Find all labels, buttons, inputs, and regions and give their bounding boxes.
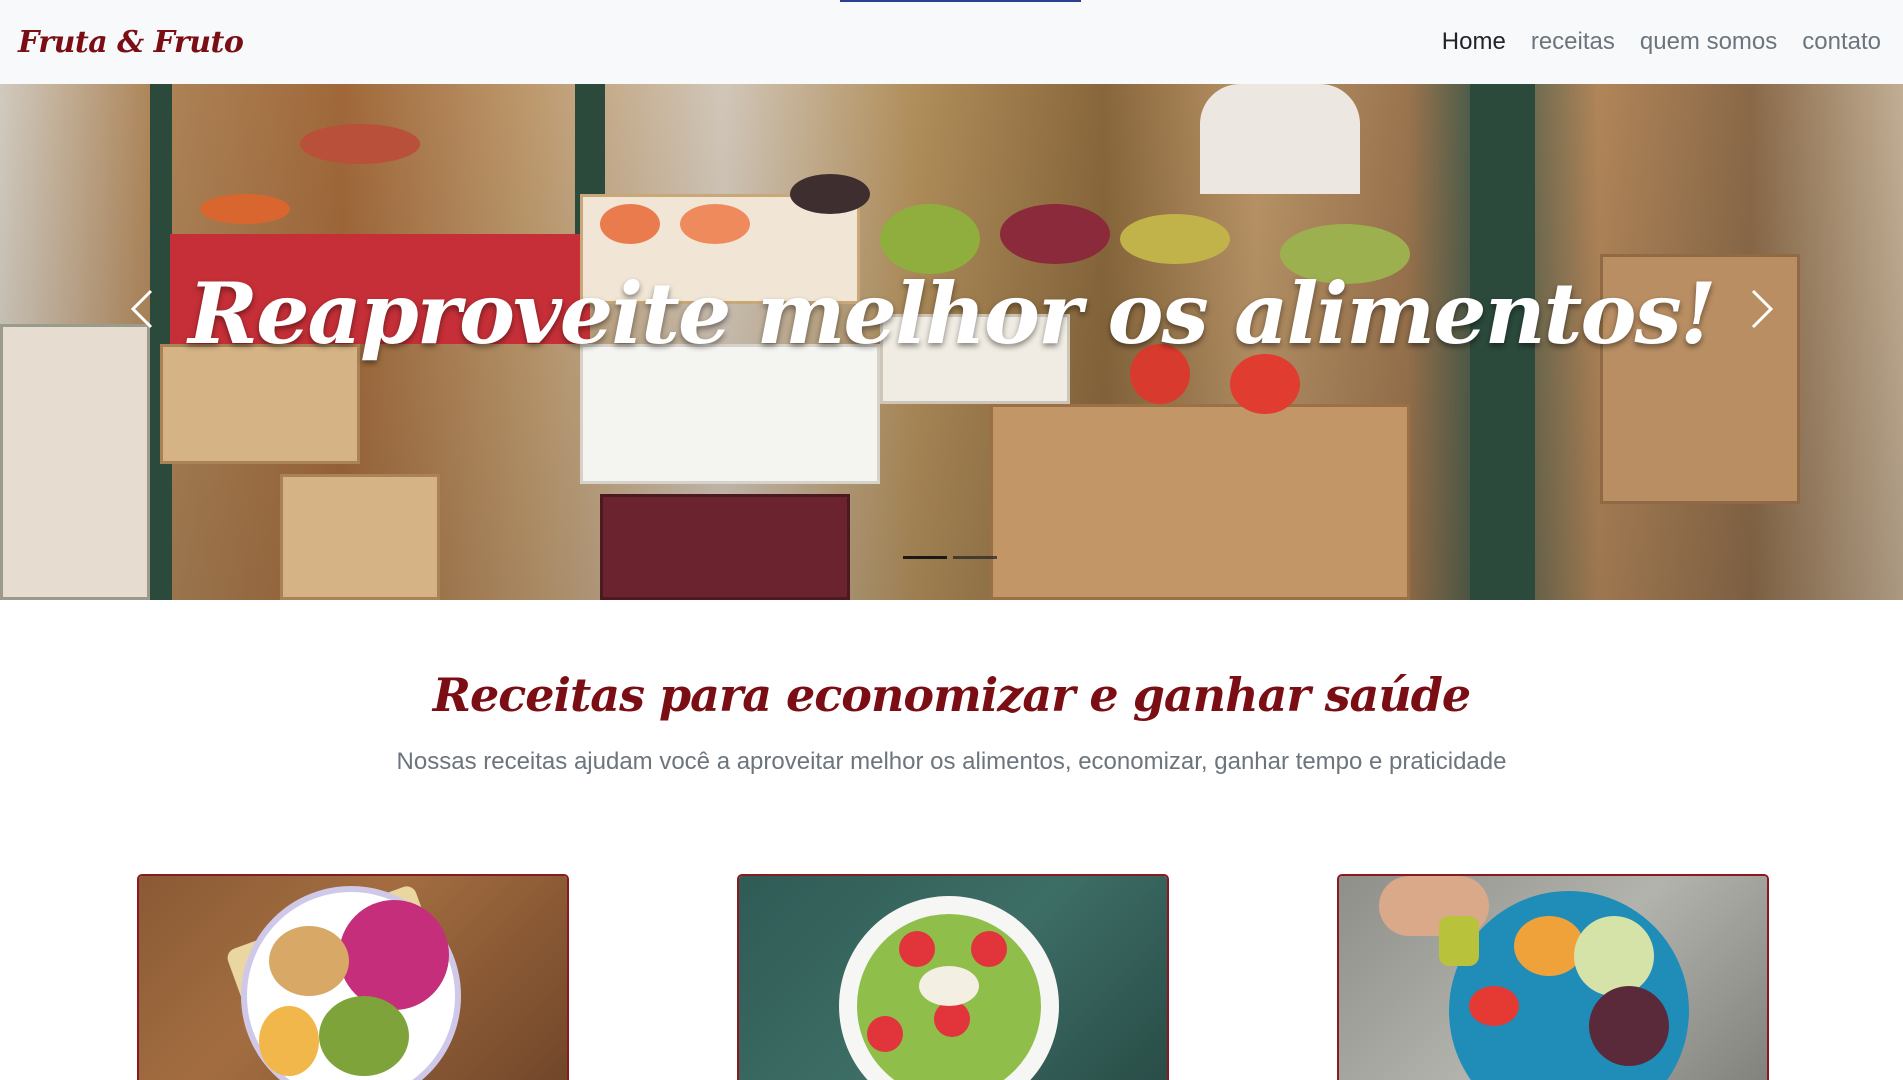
crate: [280, 474, 440, 600]
strawberry: [899, 931, 935, 967]
carousel-indicator-2[interactable]: [953, 556, 997, 559]
brand-logo[interactable]: Fruta & Fruto: [18, 25, 244, 60]
navbar: Fruta & Fruto Home receitas quem somos c…: [0, 0, 1903, 84]
carousel-caption: Reaproveite melhor os alimentos!: [188, 264, 1716, 363]
card-image-salad-plate: [1339, 876, 1767, 1080]
section-subtitle: Nossas receitas ajudam você a aproveitar…: [396, 748, 1507, 775]
section-title: Receitas para economizar e ganhar saúde: [432, 668, 1471, 722]
olive-oil-bottle: [1439, 916, 1479, 966]
nav-links: Home receitas quem somos contato: [1442, 28, 1881, 56]
lettuce: [1574, 916, 1654, 996]
beet: [1589, 986, 1669, 1066]
nav-link-home[interactable]: Home: [1442, 28, 1506, 56]
nav-link-quem-somos[interactable]: quem somos: [1640, 28, 1777, 56]
carousel-indicator-1[interactable]: [903, 556, 947, 559]
coconut: [919, 966, 979, 1006]
vendor: [1200, 84, 1360, 194]
mango: [259, 1006, 319, 1076]
card-image-smoothie-bowl: [739, 876, 1167, 1080]
top-indicator-bar: [840, 0, 1081, 2]
fruit: [200, 194, 290, 224]
fruit: [680, 204, 750, 244]
fruit: [1000, 204, 1110, 264]
carousel-next-button[interactable]: [1732, 279, 1792, 339]
strawberry: [1469, 986, 1519, 1026]
pepper: [1514, 916, 1584, 976]
crate-white-cloth: [580, 344, 880, 484]
strawberry: [867, 1016, 903, 1052]
coconut-flakes: [269, 926, 349, 996]
card-image-acai-bowl: [139, 876, 567, 1080]
recipe-card-3[interactable]: [1337, 874, 1769, 1080]
fruit: [600, 204, 660, 244]
crate-large: [990, 404, 1410, 600]
carousel-indicators: [903, 556, 997, 559]
carousel-prev-button[interactable]: [112, 279, 172, 339]
fruit: [1230, 354, 1300, 414]
strawberry: [971, 931, 1007, 967]
fruit: [300, 124, 420, 164]
chevron-left-icon: [130, 289, 153, 329]
dragon-fruit: [339, 900, 449, 1010]
chevron-right-icon: [1751, 289, 1774, 329]
recipe-card-2[interactable]: [737, 874, 1169, 1080]
crate-stack: [0, 324, 150, 600]
recipe-card-1[interactable]: [137, 874, 569, 1080]
fruit: [1120, 214, 1230, 264]
fruit: [790, 174, 870, 214]
hero-carousel: Reaproveite melhor os alimentos!: [0, 84, 1903, 600]
nav-link-receitas[interactable]: receitas: [1531, 28, 1615, 56]
crate-dark: [600, 494, 850, 600]
nav-link-contato[interactable]: contato: [1802, 28, 1881, 56]
strawberry: [934, 1001, 970, 1037]
avocado: [319, 996, 409, 1076]
